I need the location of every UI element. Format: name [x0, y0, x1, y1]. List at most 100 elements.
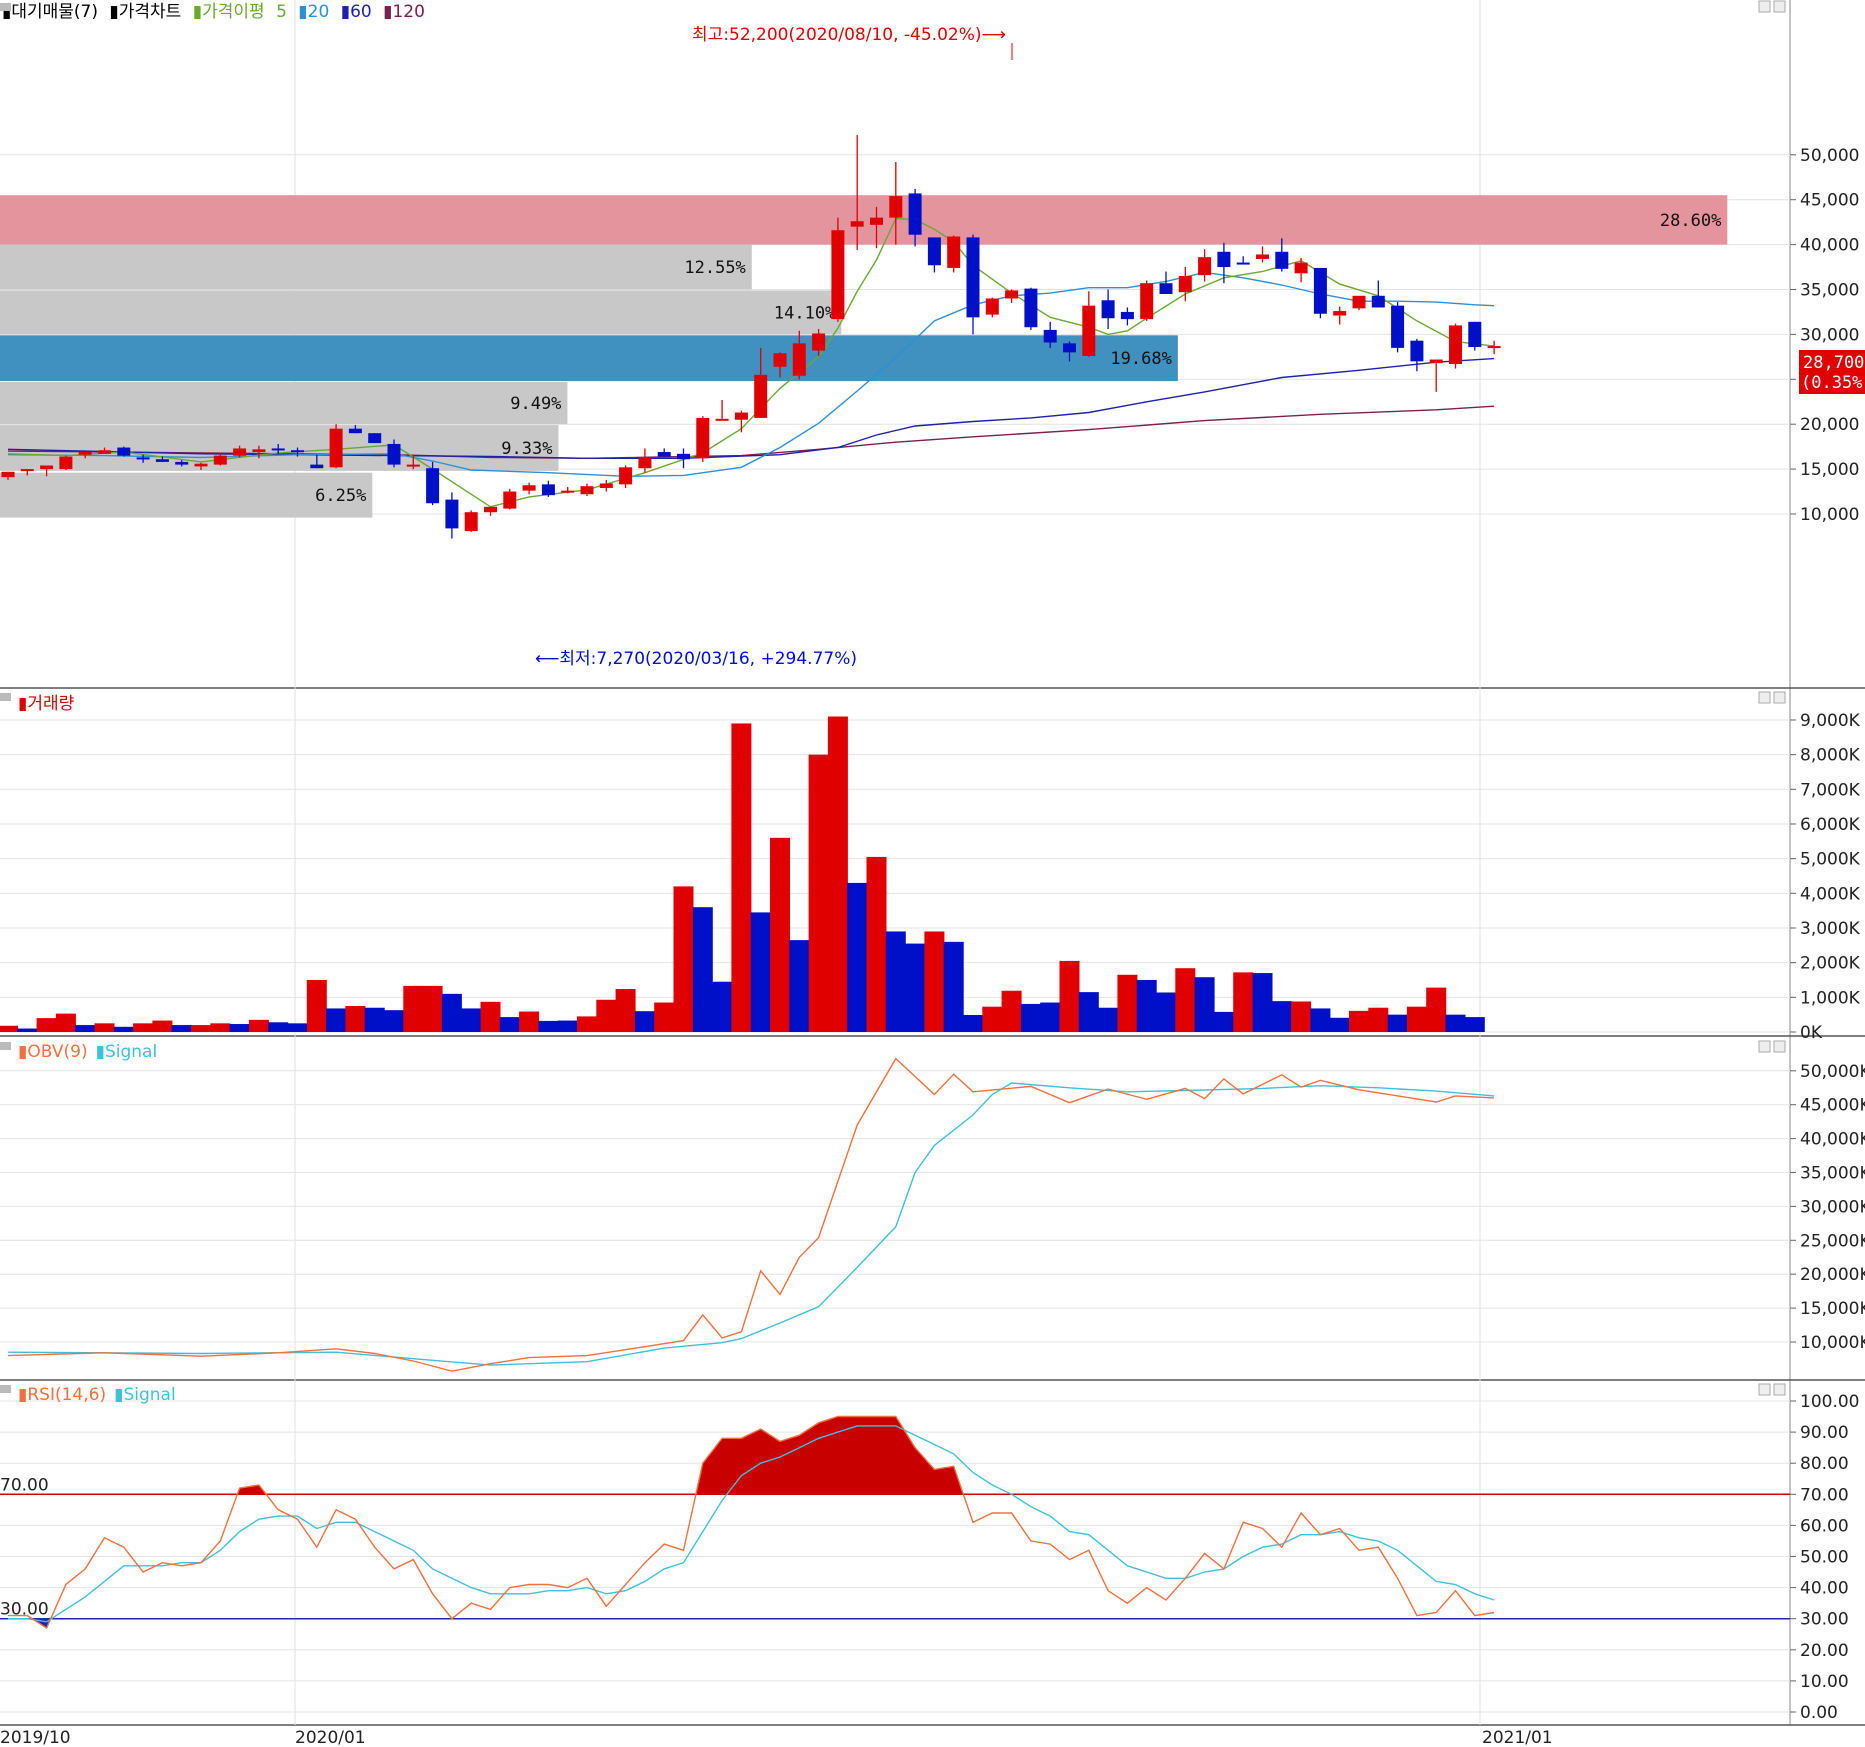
volume-bar: [171, 1025, 192, 1032]
candle-body: [348, 428, 362, 434]
rsi-pane-legend: ▮RSI(14,6) ▮Signal: [18, 1385, 176, 1405]
volume-bar: [654, 1002, 675, 1032]
y-axis-label: 9,000K: [1800, 711, 1861, 731]
candle-body: [908, 193, 922, 235]
y-axis-label: 10,000: [1800, 505, 1859, 525]
y-axis-label: 20,000K: [1800, 1265, 1865, 1285]
volume-bar: [596, 999, 617, 1032]
minimize-icon[interactable]: [1758, 1040, 1771, 1053]
volume-bar: [982, 1006, 1003, 1032]
volume-profile-band: [0, 195, 1728, 245]
volume-profile-label: 14.10%: [774, 303, 835, 323]
y-axis-label: 40,000K: [1800, 1130, 1865, 1150]
pane-controls: [1758, 0, 1786, 1396]
volume-bar: [1464, 1017, 1485, 1032]
pane-menu-icon[interactable]: [0, 693, 11, 701]
close-icon[interactable]: [1773, 1040, 1786, 1053]
price-pane-legend: ▮대기매물(7) ▮가격차트 ▮가격이평 5 ▮20 ▮60 ▮120: [2, 2, 425, 22]
candle-body: [368, 433, 382, 444]
candle-body: [155, 459, 169, 462]
volume-bar: [866, 856, 887, 1032]
candle-body: [580, 486, 594, 495]
volume-pane-legend: ▮거래량: [18, 694, 75, 714]
last-price-value: 28,700: [1803, 353, 1864, 373]
volume-bar: [1078, 992, 1099, 1032]
candle-body: [1063, 343, 1076, 353]
candle-body: [870, 217, 883, 225]
y-axis-label: 0K: [1800, 1023, 1823, 1043]
candle-body: [966, 237, 980, 318]
volume-bar: [1426, 987, 1447, 1032]
candle-body: [233, 448, 247, 456]
volume-bar: [847, 882, 868, 1032]
volume-bar: [1291, 1001, 1312, 1032]
y-axis-label: 70.00: [1800, 1485, 1849, 1505]
volume-bar: [55, 1013, 76, 1032]
volume-profile-band: [0, 244, 752, 290]
pane-menu-icon[interactable]: [0, 3, 11, 11]
volume-bar: [152, 1020, 173, 1032]
rsi-level-label: 30.00: [0, 1600, 49, 1620]
candle-body: [1217, 251, 1231, 268]
candle-body: [792, 343, 806, 376]
volume-profile-label: 9.49%: [510, 394, 561, 414]
volume-bar: [364, 1007, 385, 1032]
volume-bar: [924, 931, 945, 1032]
y-axis-label: 50.00: [1800, 1548, 1849, 1568]
volume-bar: [17, 1028, 38, 1032]
y-axis-label: 30,000K: [1800, 1197, 1865, 1217]
volume-bar: [1040, 1002, 1061, 1032]
volume-bar: [461, 1008, 482, 1032]
minimize-icon[interactable]: [1758, 691, 1771, 704]
volume-bar: [692, 907, 713, 1032]
candle-body: [20, 469, 34, 472]
candle-body: [78, 452, 92, 455]
x-label-2019-10: 2019/10: [0, 1728, 71, 1747]
obv-pane-legend: ▮OBV(9) ▮Signal: [18, 1042, 157, 1062]
volume-bar: [538, 1020, 559, 1032]
volume-profile-band: [0, 381, 568, 425]
volume-bar: [1098, 1007, 1119, 1032]
volume-bar: [827, 716, 848, 1032]
volume-bar: [306, 979, 327, 1032]
candle-body: [1449, 325, 1462, 365]
y-axis-label: 25,000K: [1800, 1231, 1865, 1251]
minimize-icon[interactable]: [1758, 0, 1771, 13]
candle-body: [271, 448, 285, 451]
minimize-icon[interactable]: [1758, 1383, 1771, 1396]
candle-body: [1391, 305, 1405, 348]
candle-body: [522, 485, 536, 491]
candle-body: [1294, 262, 1308, 274]
candle-body: [117, 447, 131, 456]
candle-body: [291, 450, 304, 453]
volume-bar: [1349, 1010, 1369, 1032]
y-axis-label: 15,000K: [1800, 1299, 1865, 1319]
candle-body: [1101, 300, 1115, 319]
y-axis-label: 15,000: [1800, 460, 1859, 480]
candle-body: [1333, 311, 1347, 316]
close-icon[interactable]: [1773, 691, 1786, 704]
close-icon[interactable]: [1773, 0, 1786, 13]
y-axis-label: 45,000K: [1800, 1096, 1865, 1116]
y-axis-label: 45,000: [1800, 191, 1859, 211]
volume-profile-label: 19.68%: [1110, 349, 1171, 369]
candle-body: [1198, 257, 1212, 276]
y-axis-label: 1,000K: [1800, 988, 1861, 1008]
candle-body: [464, 512, 478, 532]
candle-body: [1005, 290, 1019, 299]
candle-body: [175, 461, 189, 465]
candle-body: [310, 464, 324, 469]
volume-bar: [75, 1025, 96, 1032]
candle-body: [1, 471, 15, 478]
pane-menu-icon[interactable]: [0, 1385, 11, 1393]
volume-bar: [248, 1019, 269, 1032]
stock-chart: 28.60%12.55%14.10%19.68%9.49%9.33%6.25% …: [0, 0, 1865, 1747]
volume-profile-label: 6.25%: [315, 486, 366, 506]
close-icon[interactable]: [1773, 1383, 1786, 1396]
y-axis-label: 10,000K: [1800, 1333, 1865, 1353]
pane-menu-icon[interactable]: [0, 1042, 11, 1050]
candle-body: [638, 457, 652, 469]
last-price-change: (0.35%): [1801, 373, 1865, 393]
volume-bar: [1387, 1014, 1408, 1032]
candle-body: [773, 353, 787, 367]
